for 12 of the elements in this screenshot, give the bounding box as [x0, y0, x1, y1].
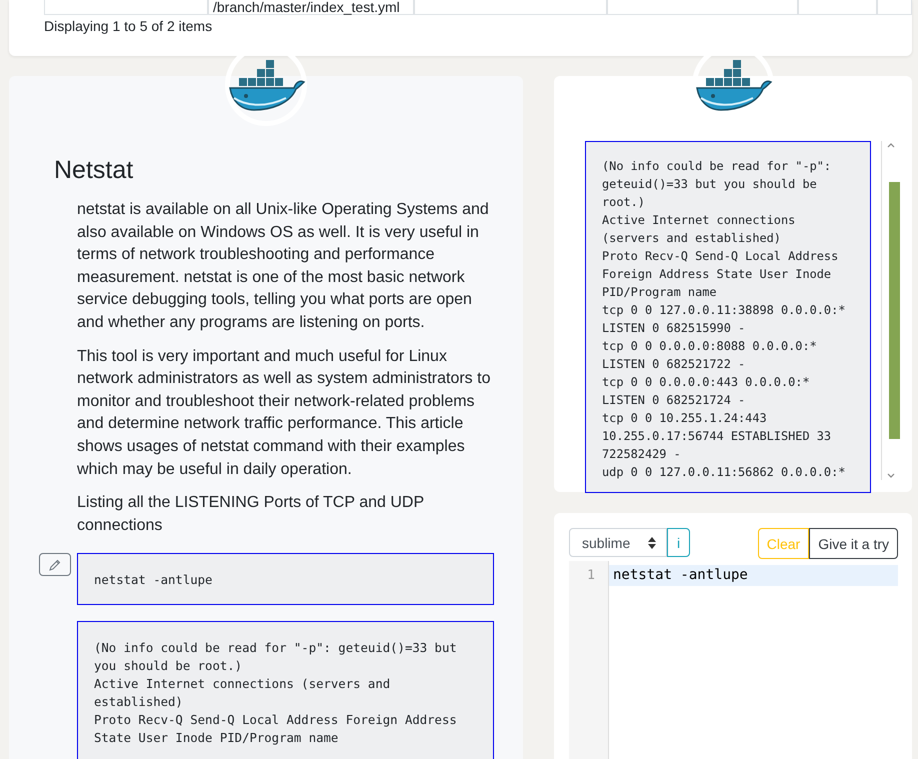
- output-block: (No info could be read for "-p": geteuid()=33 but you should be root.) Active Internet connections (servers and established) Proto Recv-Q Send-Q Local Address Foreign Address State User Inode PID/Program name tcp 0 0 127.0.0.11:38898 0.0.0.0:* LISTEN 0 682515990 - tcp 0 0 0.0.0.0:8088 0.0.0.0:* LISTEN 0 682521722 - tcp 0 0 0.0.0.0:443 0.0.0.0:* LISTEN 0 682521724 - tcp 0 0 10.255.1.24:443 10.255.0.17:56744 ESTABLISHED 33 722582429 - udp 0 0 127.0.0.11:56862 0.0.0.0:*: [585, 141, 871, 493]
- run-button[interactable]: Give it a try: [809, 528, 898, 559]
- paragraph: netstat is available on all Unix-like Operating Systems and also available on Windows OS as well. It is very useful in terms of network troubleshooting and performance measurement. netstat is one of the most basic network service debugging tools, telling you what ports are open and whether any programs are listening on ports.: [77, 200, 490, 333]
- line-number: 1: [586, 567, 596, 585]
- table-cell: /branch/master/index_test.yml: [208, 0, 414, 15]
- pagination-summary: Displaying 1 to 5 of 2 items: [44, 18, 214, 34]
- theme-select[interactable]: sublime: [569, 528, 667, 557]
- command-block: netstat -antlupe: [77, 553, 494, 606]
- paragraph: This tool is very important and much useful for Linux network administrators as well as system administrators to monitor and troubleshoot their network-related problems and determine network traffic performance. This article shows usages of netstat command with their examples which may be useful in daily operation.: [77, 346, 492, 480]
- article-title: Netstat: [54, 156, 134, 185]
- output-block: (No info could be read for "-p": geteuid()=33 but you should be root.) Active Internet connections (servers and established) Proto Recv-Q Send-Q Local Address Foreign Address State User Inode PID/Program name: [77, 621, 494, 759]
- paragraph: Listing all the LISTENING Ports of TCP and UDP connections: [77, 493, 425, 536]
